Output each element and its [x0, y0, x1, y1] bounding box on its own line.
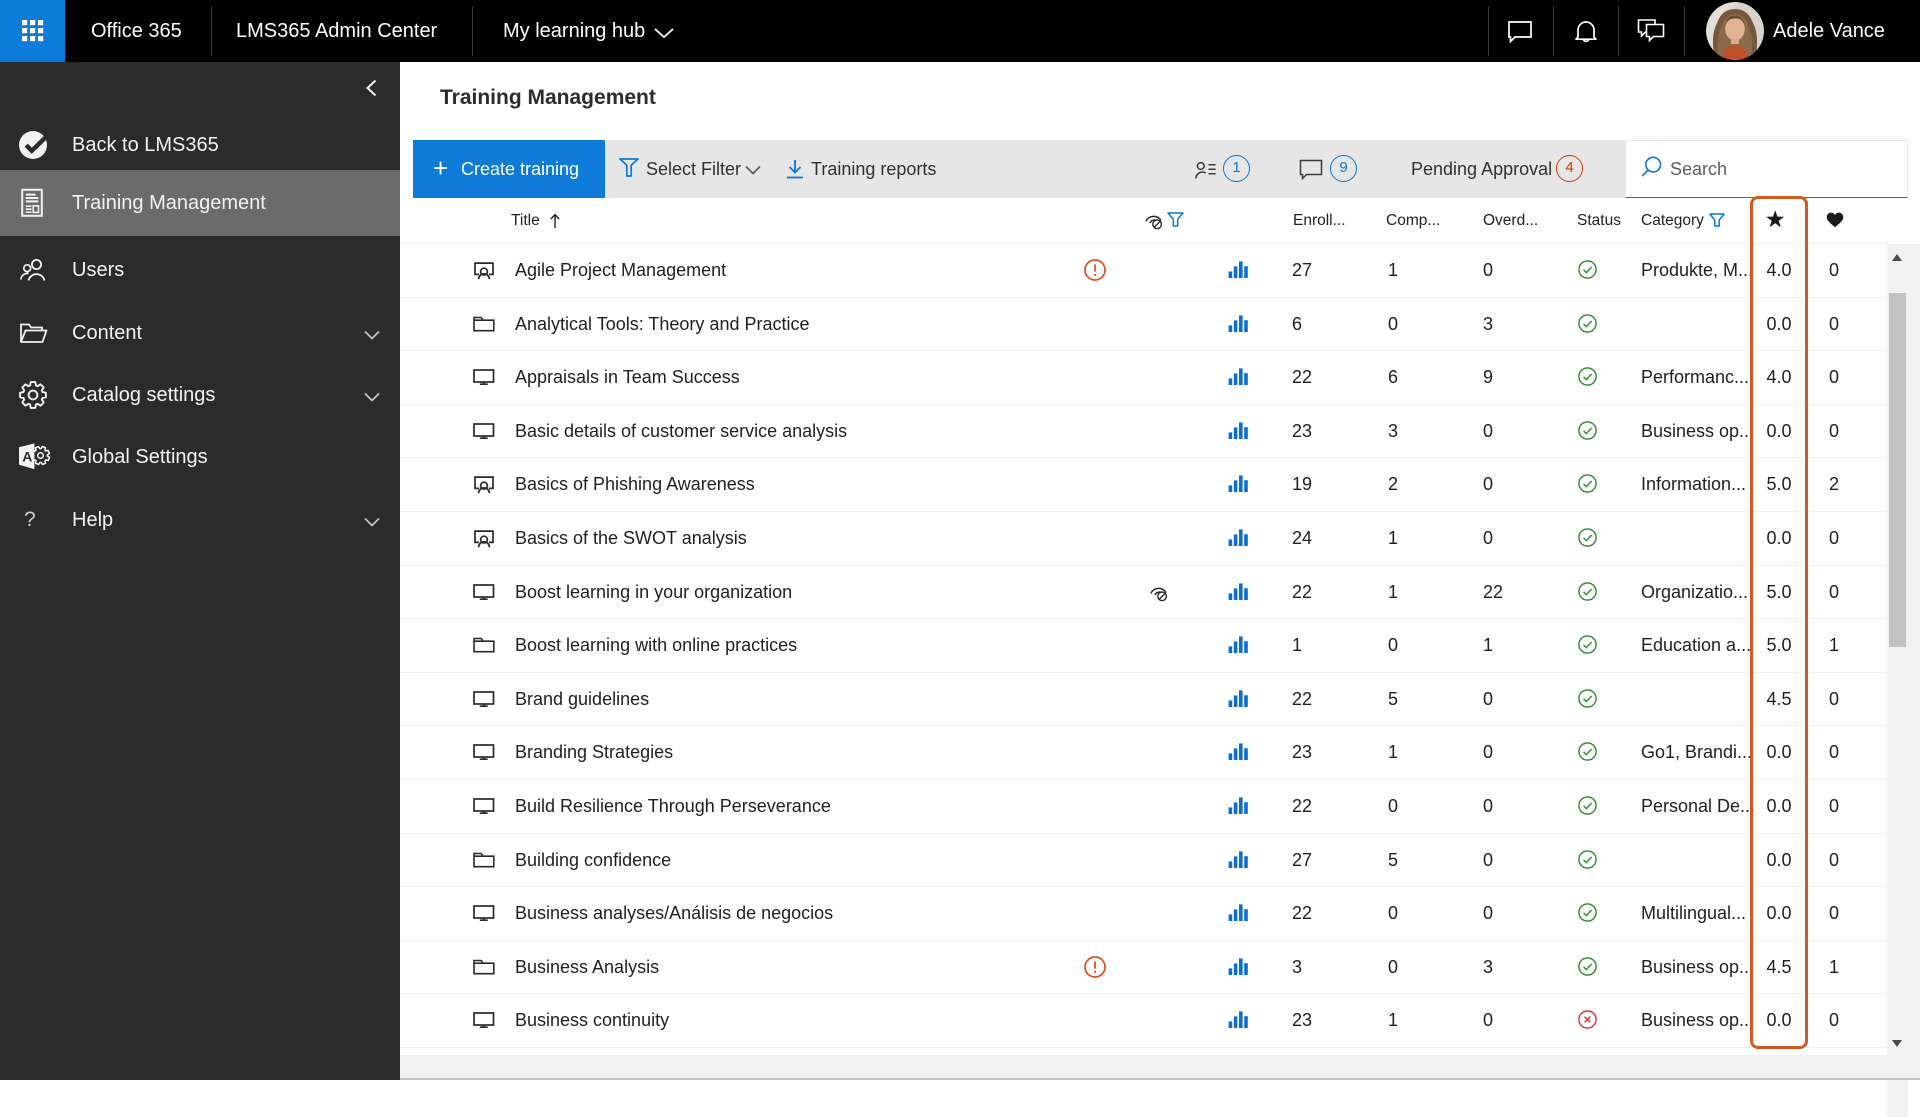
svg-text:A: A: [22, 449, 32, 465]
